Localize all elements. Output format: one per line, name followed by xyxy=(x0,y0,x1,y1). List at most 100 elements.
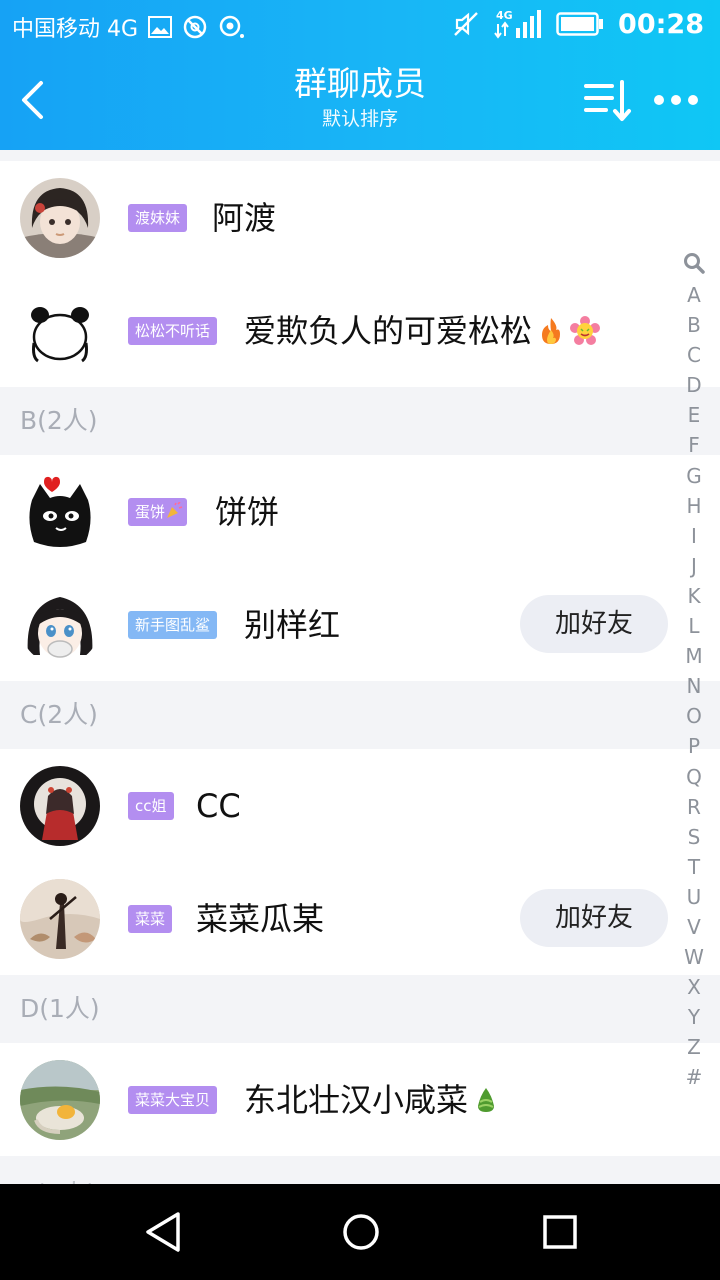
avatar[interactable] xyxy=(20,1060,100,1140)
avatar[interactable] xyxy=(20,178,100,258)
member-name-text: CC xyxy=(196,787,241,825)
index-letter[interactable]: X xyxy=(687,972,701,1002)
index-letter[interactable]: N xyxy=(687,671,702,701)
member-title-tag: 蛋饼 xyxy=(128,498,188,526)
member-row[interactable]: 新手图乱鲨 别样红 加好友 xyxy=(0,568,720,681)
index-letter[interactable]: F xyxy=(688,430,700,460)
index-letter[interactable]: H xyxy=(686,491,701,521)
index-search-icon[interactable] xyxy=(683,246,705,280)
section-header-e: E(1人) xyxy=(0,1156,720,1184)
party-popper-icon xyxy=(167,501,183,518)
member-name[interactable]: 饼饼 xyxy=(215,490,279,534)
svg-text:4G: 4G xyxy=(496,9,513,22)
bamboo-shoot-icon xyxy=(478,1088,495,1112)
member-name[interactable]: 东北壮汉小咸菜 xyxy=(244,1078,498,1122)
index-letter[interactable]: R xyxy=(687,792,701,822)
avatar[interactable] xyxy=(20,291,100,371)
sort-button[interactable] xyxy=(582,78,634,124)
avatar[interactable] xyxy=(20,472,100,552)
index-letter[interactable]: # xyxy=(686,1062,703,1092)
member-title-tag: 松松不听话 xyxy=(128,317,218,345)
title-group: 群聊成员 默认排序 xyxy=(160,64,560,132)
avatar[interactable] xyxy=(20,879,100,959)
index-letter[interactable]: B xyxy=(687,310,701,340)
member-row[interactable]: 蛋饼 饼饼 xyxy=(0,455,720,568)
member-row[interactable]: 松松不听话 爱欺负人的可爱松松 xyxy=(0,274,720,387)
member-list[interactable]: 渡妹妹 阿渡 松松不听话 爱欺负人的可爱松松 B(2人) 蛋饼 饼饼 新手图乱鲨… xyxy=(0,150,720,1184)
add-friend-button[interactable]: 加好友 xyxy=(520,889,668,947)
member-name[interactable]: 菜菜瓜某 xyxy=(196,897,324,941)
clock: 00:28 xyxy=(618,8,704,40)
index-letter[interactable]: L xyxy=(688,611,699,641)
fire-icon xyxy=(542,318,561,344)
index-letter[interactable]: O xyxy=(686,701,702,731)
flower-face-icon xyxy=(570,316,601,345)
nav-back-icon xyxy=(146,1212,180,1252)
back-arrow-icon xyxy=(22,81,43,119)
member-name-text: 阿渡 xyxy=(212,199,277,237)
member-row[interactable]: 菜菜大宝贝 东北壮汉小咸菜 xyxy=(0,1043,720,1156)
member-name[interactable]: CC xyxy=(196,784,241,828)
member-title-tag: 菜菜 xyxy=(128,905,173,933)
nav-recents-button[interactable] xyxy=(525,1204,595,1260)
member-name-text: 东北壮汉小咸菜 xyxy=(244,1081,469,1119)
index-letter[interactable]: C xyxy=(687,340,701,370)
index-letter[interactable]: W xyxy=(684,942,704,972)
index-letter[interactable]: P xyxy=(688,731,700,761)
member-name[interactable]: 别样红 xyxy=(244,603,340,647)
member-title-tag: 菜菜大宝贝 xyxy=(128,1086,218,1114)
alphabet-index-bar[interactable]: A B C D E F G H I J K L M N O P Q R S T … xyxy=(678,246,710,1093)
index-letter[interactable]: E xyxy=(688,400,701,430)
member-name[interactable]: 阿渡 xyxy=(212,196,276,240)
mute-icon xyxy=(452,10,480,38)
member-row[interactable]: cc姐 CC xyxy=(0,749,720,862)
member-title-tag: 渡妹妹 xyxy=(128,204,188,232)
index-letter[interactable]: J xyxy=(691,551,697,581)
index-letter[interactable]: Z xyxy=(687,1032,701,1062)
avatar[interactable] xyxy=(20,766,100,846)
index-letter[interactable]: V xyxy=(687,912,701,942)
member-name[interactable]: 爱欺负人的可爱松松 xyxy=(244,309,601,353)
member-row[interactable]: 渡妹妹 阿渡 xyxy=(0,161,720,274)
add-friend-button[interactable]: 加好友 xyxy=(520,595,668,653)
index-letter[interactable]: I xyxy=(691,521,697,551)
index-letter[interactable]: Y xyxy=(688,1002,700,1032)
member-title-tag: cc姐 xyxy=(128,792,174,820)
more-button[interactable] xyxy=(650,82,702,118)
index-letter[interactable]: D xyxy=(686,370,701,400)
index-letter[interactable]: Q xyxy=(686,762,702,792)
index-letter[interactable]: U xyxy=(687,882,702,912)
index-letter[interactable]: A xyxy=(687,280,701,310)
member-row[interactable]: 菜菜 菜菜瓜某 加好友 xyxy=(0,862,720,975)
nav-recents-icon xyxy=(543,1215,577,1249)
signal-icon: 4G xyxy=(494,8,542,40)
section-header-c: C(2人) xyxy=(0,681,720,749)
sort-icon xyxy=(584,80,631,121)
index-letter[interactable]: K xyxy=(687,581,700,611)
top-bar: 中国移动 4G 4G 00:28 群聊成员 默认排序 xyxy=(0,0,720,150)
more-icon xyxy=(654,95,698,105)
title-bar: 群聊成员 默认排序 xyxy=(0,52,720,150)
index-letter[interactable]: M xyxy=(685,641,702,671)
member-name-text: 爱欺负人的可爱松松 xyxy=(244,312,533,350)
member-name-text: 饼饼 xyxy=(215,493,280,531)
back-button[interactable] xyxy=(10,74,54,126)
page-title: 群聊成员 xyxy=(294,64,426,103)
member-name-text: 别样红 xyxy=(244,606,341,644)
index-letter[interactable]: S xyxy=(688,822,701,852)
carrier-label: 中国移动 4G xyxy=(12,17,139,42)
nav-home-button[interactable] xyxy=(326,1204,396,1260)
battery-icon xyxy=(556,11,604,37)
vpn-icon xyxy=(182,14,208,40)
index-letter[interactable]: T xyxy=(688,852,700,882)
image-icon xyxy=(148,16,173,38)
avatar[interactable] xyxy=(20,585,100,665)
index-letter[interactable]: G xyxy=(686,461,702,491)
status-bar: 中国移动 4G 4G 00:28 xyxy=(0,0,720,50)
section-header-d: D(1人) xyxy=(0,975,720,1043)
member-title-tag: 新手图乱鲨 xyxy=(128,611,218,639)
section-header-b: B(2人) xyxy=(0,387,720,455)
nav-home-icon xyxy=(343,1214,379,1250)
hotspot-icon xyxy=(218,14,246,40)
nav-back-button[interactable] xyxy=(128,1204,198,1260)
